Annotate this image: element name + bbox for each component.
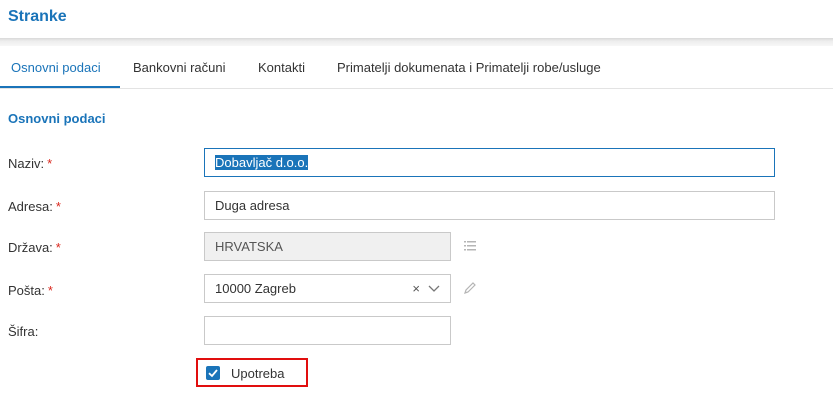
drzava-value: HRVATSKA bbox=[215, 239, 283, 254]
adresa-input[interactable]: Duga adresa bbox=[204, 191, 775, 220]
required-asterisk: * bbox=[47, 283, 53, 298]
tab-bar: Osnovni podaci Bankovni računi Kontakti … bbox=[0, 46, 833, 89]
naziv-label-text: Naziv: bbox=[8, 156, 45, 171]
posta-label: Pošta: * bbox=[8, 283, 53, 298]
clear-icon[interactable]: × bbox=[412, 281, 420, 296]
tab-primatelji[interactable]: Primatelji dokumenata i Primatelji robe/… bbox=[337, 60, 601, 75]
adresa-value: Duga adresa bbox=[215, 198, 290, 213]
list-icon[interactable] bbox=[463, 239, 477, 256]
sifra-label-text: Šifra: bbox=[8, 324, 39, 339]
chevron-down-icon[interactable] bbox=[428, 281, 440, 298]
posta-value: 10000 Zagreb bbox=[215, 281, 296, 296]
naziv-value: Dobavljač d.o.o. bbox=[215, 155, 309, 170]
header-divider bbox=[0, 38, 833, 46]
checkmark-icon bbox=[208, 369, 218, 378]
active-tab-indicator bbox=[0, 86, 120, 88]
adresa-label-text: Adresa: bbox=[8, 199, 53, 214]
naziv-label: Naziv: * bbox=[8, 156, 52, 171]
drzava-label-text: Država: bbox=[8, 240, 53, 255]
page-header: Stranke bbox=[0, 0, 833, 40]
naziv-input[interactable]: Dobavljač d.o.o. bbox=[204, 148, 775, 177]
required-asterisk: * bbox=[55, 240, 61, 255]
sifra-input[interactable] bbox=[204, 316, 451, 345]
adresa-label: Adresa: * bbox=[8, 199, 61, 214]
required-asterisk: * bbox=[55, 199, 61, 214]
posta-label-text: Pošta: bbox=[8, 283, 45, 298]
tab-bankovni-racuni[interactable]: Bankovni računi bbox=[133, 60, 226, 75]
page-title: Stranke bbox=[8, 8, 67, 25]
upotreba-label[interactable]: Upotreba bbox=[231, 366, 284, 381]
section-title: Osnovni podaci bbox=[8, 111, 106, 126]
upotreba-highlight: Upotreba bbox=[196, 358, 308, 387]
posta-select[interactable]: 10000 Zagreb × bbox=[204, 274, 451, 303]
sifra-label: Šifra: bbox=[8, 324, 38, 339]
required-asterisk: * bbox=[47, 156, 53, 171]
drzava-input: HRVATSKA bbox=[204, 232, 451, 261]
tab-kontakti[interactable]: Kontakti bbox=[258, 60, 305, 75]
drzava-label: Država: * bbox=[8, 240, 61, 255]
upotreba-checkbox[interactable] bbox=[206, 366, 220, 380]
tab-osnovni-podaci[interactable]: Osnovni podaci bbox=[11, 60, 101, 75]
pencil-icon[interactable] bbox=[463, 281, 477, 298]
